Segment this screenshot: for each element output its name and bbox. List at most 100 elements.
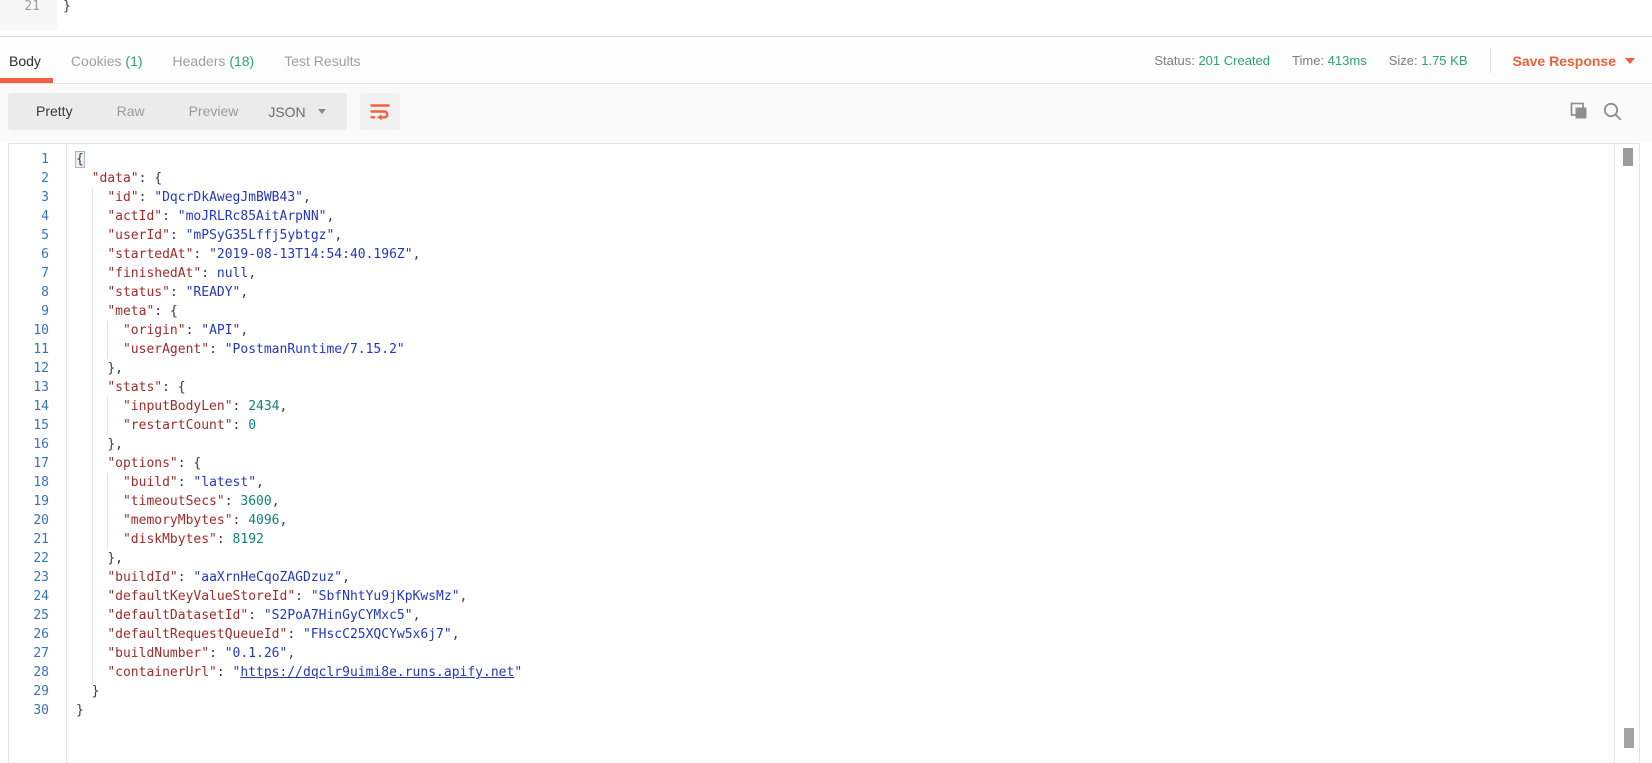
response-tab-bar: Body Cookies (1) Headers (18) Test Resul… (0, 37, 1652, 84)
line-number: 24 (9, 587, 49, 606)
line-content: "defaultKeyValueStoreId": "SbfNhtYu9jKpK… (76, 587, 467, 606)
code-line: 26 "defaultRequestQueueId": "FHscC25XQCY… (9, 625, 1619, 644)
line-number: 27 (9, 644, 49, 663)
line-content: "memoryMbytes": 4096, (76, 511, 287, 530)
line-content: }, (76, 359, 123, 378)
code-line: 20 "memoryMbytes": 4096, (9, 511, 1619, 530)
page-scrollbar-thumb[interactable] (1624, 728, 1634, 748)
code-line: 10 "origin": "API", (9, 321, 1619, 340)
response-toolbar: Pretty Raw Preview JSON (0, 85, 1652, 143)
copy-button[interactable] (1568, 101, 1589, 122)
line-number: 19 (9, 492, 49, 511)
line-content: "diskMbytes": 8192 (76, 530, 264, 549)
tab-cookies-count: (1) (122, 53, 143, 69)
line-number: 29 (9, 682, 49, 701)
line-content: "containerUrl": "https://dqclr9uimi8e.ru… (76, 663, 522, 682)
size-value: 1.75 KB (1421, 53, 1467, 68)
meta-divider (1490, 49, 1491, 73)
line-content: "defaultRequestQueueId": "FHscC25XQCYw5x… (76, 625, 460, 644)
code-line: 23 "buildId": "aaXrnHeCqoZAGDzuz", (9, 568, 1619, 587)
line-content: "id": "DqcrDkAwegJmBWB43", (76, 188, 311, 207)
copy-icon (1568, 101, 1589, 122)
line-number: 2 (9, 169, 49, 188)
code-line: 2 "data": { (9, 169, 1619, 188)
postman-response-panel: 21 } Body Cookies (1) Headers (18) Test … (0, 0, 1652, 763)
line-content: "actId": "moJRLRc85AitArpNN", (76, 207, 334, 226)
code-line: 7 "finishedAt": null, (9, 264, 1619, 283)
line-number: 3 (9, 188, 49, 207)
code-line: 18 "build": "latest", (9, 473, 1619, 492)
line-number: 18 (9, 473, 49, 492)
search-icon (1602, 101, 1623, 122)
line-number: 4 (9, 207, 49, 226)
line-content: "finishedAt": null, (76, 264, 256, 283)
status-badge: Status: 201 Created (1154, 53, 1270, 68)
line-content: "options": { (76, 454, 201, 473)
line-number: 10 (9, 321, 49, 340)
code-line: 17 "options": { (9, 454, 1619, 473)
container-url-link[interactable]: https://dqclr9uimi8e.runs.apify.net (240, 665, 514, 680)
pretty-button[interactable]: Pretty (14, 93, 95, 130)
line-content: }, (76, 549, 123, 568)
line-content: "timeoutSecs": 3600, (76, 492, 280, 511)
line-number: 11 (9, 340, 49, 359)
line-number: 22 (9, 549, 49, 568)
time-label: Time: (1292, 53, 1324, 68)
scrollbar-track (1614, 143, 1615, 763)
tab-headers-label: Headers (173, 53, 226, 69)
line-number: 15 (9, 416, 49, 435)
line-number: 28 (9, 663, 49, 682)
line-number: 30 (9, 701, 49, 720)
line-content: } (76, 682, 99, 701)
code-line: 15 "restartCount": 0 (9, 416, 1619, 435)
line-content: "status": "READY", (76, 283, 248, 302)
chevron-down-icon (318, 109, 326, 114)
code-line: 9 "meta": { (9, 302, 1619, 321)
search-button[interactable] (1602, 101, 1623, 122)
raw-button[interactable]: Raw (95, 93, 167, 130)
code-line: 25 "defaultDatasetId": "S2PoA7HinGyCYMxc… (9, 606, 1619, 625)
viewer-scrollbar-thumb[interactable] (1623, 148, 1633, 166)
tab-headers[interactable]: Headers (18) (173, 53, 255, 69)
code-line: 19 "timeoutSecs": 3600, (9, 492, 1619, 511)
line-number: 25 (9, 606, 49, 625)
tab-cookies[interactable]: Cookies (1) (71, 53, 143, 69)
line-content: "buildNumber": "0.1.26", (76, 644, 295, 663)
line-content: "build": "latest", (76, 473, 264, 492)
line-number: 13 (9, 378, 49, 397)
line-content: "userAgent": "PostmanRuntime/7.15.2" (76, 340, 405, 359)
language-dropdown[interactable]: JSON (247, 93, 347, 130)
line-content: "userId": "mPSyG35Lffj5ybtgz", (76, 226, 342, 245)
code-line: 4 "actId": "moJRLRc85AitArpNN", (9, 207, 1619, 226)
line-number: 20 (9, 511, 49, 530)
line-number: 8 (9, 283, 49, 302)
tab-test-results-label: Test Results (284, 53, 360, 69)
code-line: 21 "diskMbytes": 8192 (9, 530, 1619, 549)
tab-test-results[interactable]: Test Results (284, 53, 360, 69)
tab-body[interactable]: Body (9, 53, 41, 69)
save-response-button[interactable]: Save Response (1513, 53, 1636, 69)
request-editor-tail: 21 } (0, 0, 1652, 37)
editor-line-number: 21 (0, 0, 40, 16)
code-line: 28 "containerUrl": "https://dqclr9uimi8e… (9, 663, 1619, 682)
code-line: 12 }, (9, 359, 1619, 378)
tab-body-label: Body (9, 53, 41, 69)
view-mode-group: Pretty Raw Preview (8, 93, 266, 130)
line-number: 5 (9, 226, 49, 245)
line-number: 17 (9, 454, 49, 473)
code-line: 6 "startedAt": "2019-08-13T14:54:40.196Z… (9, 245, 1619, 264)
line-content: } (76, 701, 84, 720)
wrap-text-button[interactable] (360, 93, 400, 130)
code-line: 3 "id": "DqcrDkAwegJmBWB43", (9, 188, 1619, 207)
code-line: 24 "defaultKeyValueStoreId": "SbfNhtYu9j… (9, 587, 1619, 606)
response-meta: Status: 201 Created Time: 413ms Size: 1.… (1154, 37, 1635, 84)
code-lines: 1{2 "data": {3 "id": "DqcrDkAwegJmBWB43"… (9, 150, 1619, 763)
time-badge: Time: 413ms (1292, 53, 1367, 68)
chevron-down-icon (1625, 58, 1635, 64)
line-number: 6 (9, 245, 49, 264)
code-line: 5 "userId": "mPSyG35Lffj5ybtgz", (9, 226, 1619, 245)
line-number: 7 (9, 264, 49, 283)
response-body-viewer: 1{2 "data": {3 "id": "DqcrDkAwegJmBWB43"… (8, 143, 1640, 763)
code-line: 30} (9, 701, 1619, 720)
tab-headers-count: (18) (225, 53, 254, 69)
